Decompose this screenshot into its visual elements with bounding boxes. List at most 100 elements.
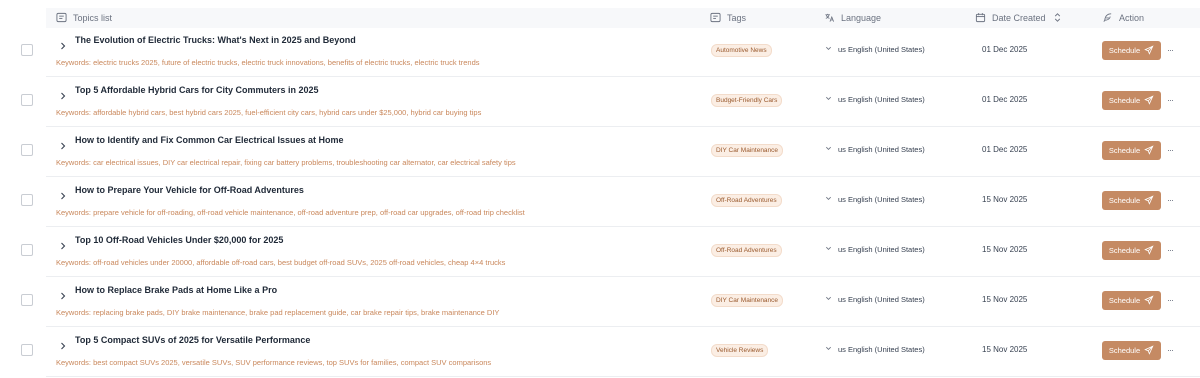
topic-keywords: Keywords: replacing brake pads, DIY brak…	[56, 308, 500, 317]
language-select[interactable]: us English (United States)	[825, 95, 925, 104]
date-created: 01 Dec 2025	[982, 145, 1028, 154]
chevron-down-icon	[825, 345, 832, 354]
column-header-action: Action	[1102, 8, 1144, 28]
language-select[interactable]: us English (United States)	[825, 195, 925, 204]
schedule-button[interactable]: Schedule	[1102, 91, 1161, 110]
more-horizontal-icon[interactable]: ···	[1167, 95, 1174, 105]
date-created: 01 Dec 2025	[982, 45, 1028, 54]
sort-icon[interactable]	[1052, 12, 1063, 25]
more-horizontal-icon[interactable]: ···	[1167, 295, 1174, 305]
language-value: us English (United States)	[838, 45, 925, 54]
column-label-topics: Topics list	[73, 13, 113, 23]
topic-tag: DIY Car Maintenance	[711, 144, 784, 157]
row-checkbox[interactable]	[21, 244, 33, 256]
language-select[interactable]: us English (United States)	[825, 295, 925, 304]
language-select[interactable]: us English (United States)	[825, 145, 925, 154]
column-header-date[interactable]: Date Created	[975, 8, 1063, 28]
language-select[interactable]: us English (United States)	[825, 45, 925, 54]
tag-icon	[710, 12, 721, 25]
row-checkbox[interactable]	[21, 294, 33, 306]
topic-tag: Off-Road Adventures	[711, 194, 782, 207]
column-header-topics: Topics list	[56, 8, 112, 28]
topic-keywords: Keywords: best compact SUVs 2025, versat…	[56, 358, 492, 367]
more-horizontal-icon[interactable]: ···	[1167, 345, 1174, 355]
topic-title[interactable]: Top 10 Off-Road Vehicles Under $20,000 f…	[75, 235, 283, 245]
more-horizontal-icon[interactable]: ···	[1167, 195, 1174, 205]
schedule-button-label: Schedule	[1108, 296, 1141, 305]
date-created: 15 Nov 2025	[982, 245, 1028, 254]
more-horizontal-icon[interactable]: ···	[1167, 145, 1174, 155]
column-label-tags: Tags	[727, 13, 747, 23]
send-icon	[1144, 44, 1154, 57]
topic-tag: DIY Car Maintenance	[711, 294, 784, 307]
topic-title[interactable]: Top 5 Compact SUVs of 2025 for Versatile…	[75, 335, 310, 345]
column-label-language: Language	[841, 13, 882, 23]
schedule-button[interactable]: Schedule	[1102, 141, 1161, 160]
table-row: How to Replace Brake Pads at Home Like a…	[0, 277, 1200, 327]
chevron-down-icon	[825, 245, 832, 254]
send-icon	[1144, 94, 1154, 107]
schedule-button-label: Schedule	[1108, 46, 1141, 55]
language-value: us English (United States)	[838, 245, 925, 254]
row-checkbox[interactable]	[21, 344, 33, 356]
chevron-right-icon[interactable]	[59, 287, 67, 300]
language-select[interactable]: us English (United States)	[825, 345, 925, 354]
language-value: us English (United States)	[838, 145, 925, 154]
chevron-right-icon[interactable]	[59, 137, 67, 150]
translate-icon	[824, 12, 835, 25]
column-label-action: Action	[1119, 13, 1145, 23]
row-checkbox[interactable]	[21, 194, 33, 206]
date-created: 15 Nov 2025	[982, 195, 1028, 204]
chevron-down-icon	[825, 45, 832, 54]
chevron-right-icon[interactable]	[59, 87, 67, 100]
table-row: Top 5 Affordable Hybrid Cars for City Co…	[0, 77, 1200, 127]
topic-title[interactable]: Top 5 Affordable Hybrid Cars for City Co…	[75, 85, 319, 95]
table-row: The Evolution of Electric Trucks: What's…	[0, 27, 1200, 77]
row-checkbox[interactable]	[21, 94, 33, 106]
date-created: 01 Dec 2025	[982, 95, 1028, 104]
send-icon	[1144, 294, 1154, 307]
chevron-down-icon	[825, 295, 832, 304]
topics-table: Topics list Tags Language Date Created A…	[0, 0, 1200, 378]
topic-keywords: Keywords: off-road vehicles under 20000,…	[56, 258, 506, 267]
table-row: Top 5 Compact SUVs of 2025 for Versatile…	[0, 327, 1200, 377]
more-horizontal-icon[interactable]: ···	[1167, 45, 1174, 55]
calendar-icon	[975, 12, 986, 25]
language-select[interactable]: us English (United States)	[825, 245, 925, 254]
more-horizontal-icon[interactable]: ···	[1167, 245, 1174, 255]
topic-keywords: Keywords: prepare vehicle for off-roadin…	[56, 208, 525, 217]
table-row: Top 10 Off-Road Vehicles Under $20,000 f…	[0, 227, 1200, 277]
topic-title[interactable]: How to Identify and Fix Common Car Elect…	[75, 135, 344, 145]
chevron-right-icon[interactable]	[59, 37, 67, 50]
schedule-button-label: Schedule	[1108, 246, 1141, 255]
schedule-button-label: Schedule	[1108, 346, 1141, 355]
send-icon	[1144, 194, 1154, 207]
date-created: 15 Nov 2025	[982, 345, 1028, 354]
language-value: us English (United States)	[838, 95, 925, 104]
topic-tag: Vehicle Reviews	[711, 344, 769, 357]
language-value: us English (United States)	[838, 195, 925, 204]
send-icon	[1144, 244, 1154, 257]
row-checkbox[interactable]	[21, 144, 33, 156]
schedule-button[interactable]: Schedule	[1102, 191, 1161, 210]
chevron-right-icon[interactable]	[59, 237, 67, 250]
table-row: How to Identify and Fix Common Car Elect…	[0, 127, 1200, 177]
chevron-down-icon	[825, 95, 832, 104]
row-divider	[46, 376, 1200, 377]
schedule-button[interactable]: Schedule	[1102, 341, 1161, 360]
date-created: 15 Nov 2025	[982, 295, 1028, 304]
chevron-right-icon[interactable]	[59, 187, 67, 200]
schedule-button-label: Schedule	[1108, 146, 1141, 155]
column-header-tags: Tags	[710, 8, 746, 28]
send-icon	[1144, 344, 1154, 357]
row-checkbox[interactable]	[21, 44, 33, 56]
schedule-button[interactable]: Schedule	[1102, 241, 1161, 260]
language-value: us English (United States)	[838, 295, 925, 304]
column-label-date: Date Created	[992, 13, 1046, 23]
schedule-button[interactable]: Schedule	[1102, 41, 1161, 60]
topic-title[interactable]: How to Replace Brake Pads at Home Like a…	[75, 285, 277, 295]
topic-title[interactable]: How to Prepare Your Vehicle for Off-Road…	[75, 185, 304, 195]
schedule-button[interactable]: Schedule	[1102, 291, 1161, 310]
topic-title[interactable]: The Evolution of Electric Trucks: What's…	[75, 35, 356, 45]
chevron-right-icon[interactable]	[59, 337, 67, 350]
